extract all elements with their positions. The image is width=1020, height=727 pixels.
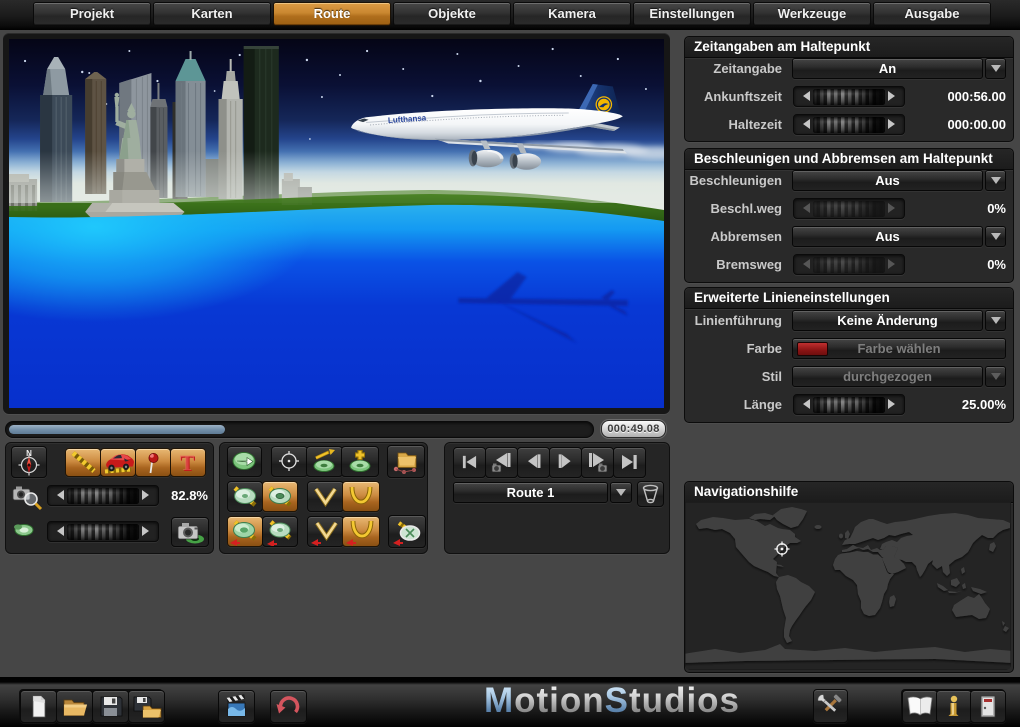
svg-text:T: T (180, 450, 195, 475)
